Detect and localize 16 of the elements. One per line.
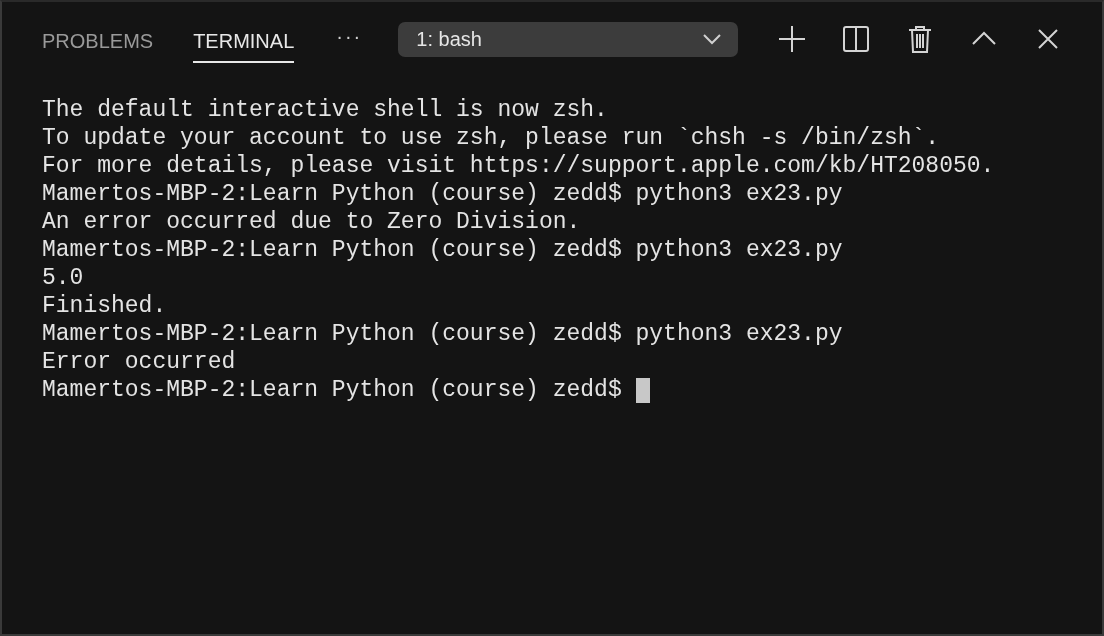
terminal-line: 5.0 bbox=[42, 264, 85, 292]
terminal-line: Mamertos-MBP-2:Learn Python (course) zedd$ python3 ex23.py bbox=[42, 236, 844, 264]
more-actions-button[interactable]: ··· bbox=[336, 24, 363, 48]
terminal-line: Finished. bbox=[42, 292, 168, 320]
terminal-line: Mamertos-MBP-2:Learn Python (course) zedd$ bbox=[42, 376, 623, 404]
terminal-line: Error occurred bbox=[42, 348, 237, 376]
terminal-line: For more details, please visit https://support.apple.com/kb/HT208050. bbox=[42, 152, 996, 180]
terminal-line: Mamertos-MBP-2:Learn Python (course) zedd$ python3 ex23.py bbox=[42, 320, 844, 348]
terminal-line: To update your account to use zsh, please run `chsh -s /bin/zsh`. bbox=[42, 124, 941, 152]
panel-tab[interactable]: PROBLEMS bbox=[42, 19, 154, 63]
terminal-line: Mamertos-MBP-2:Learn Python (course) zedd$ python3 ex23.py bbox=[42, 180, 844, 208]
terminal-line: An error occurred due to Zero Division. bbox=[42, 208, 582, 236]
chevron-down-icon bbox=[702, 33, 723, 45]
terminal-line: The default interactive shell is now zsh. bbox=[42, 96, 609, 124]
terminal-dropdown[interactable]: 1: bash bbox=[398, 21, 739, 57]
panel-tab[interactable]: TERMINAL bbox=[193, 19, 295, 63]
